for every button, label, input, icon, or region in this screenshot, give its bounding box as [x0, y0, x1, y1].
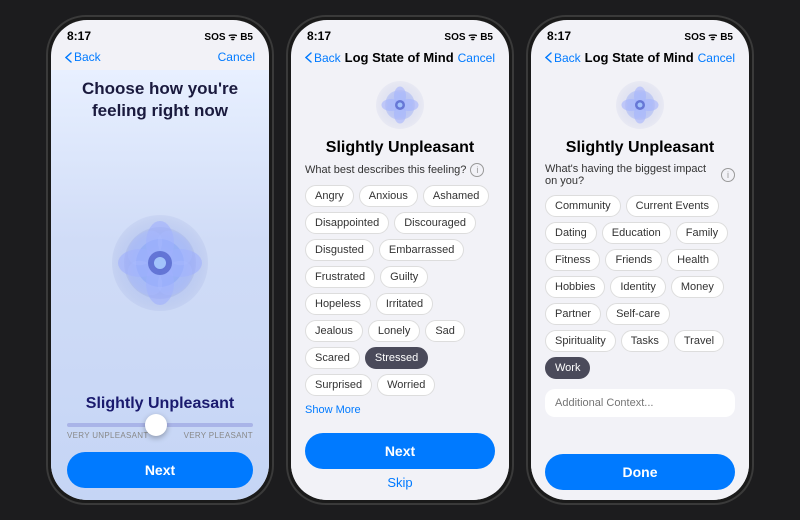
info-icon-2[interactable]: i: [470, 163, 484, 177]
next-button-1[interactable]: Next: [67, 452, 253, 488]
tag-irritated[interactable]: Irritated: [376, 293, 433, 315]
flower-animation: [100, 130, 220, 395]
tag-education[interactable]: Education: [602, 222, 671, 244]
cancel-button-2[interactable]: Cancel: [458, 51, 495, 65]
back-button-1[interactable]: Back: [65, 50, 101, 64]
back-button-2[interactable]: Back: [305, 51, 341, 65]
tag-money[interactable]: Money: [671, 276, 724, 298]
prompt-text: Choose how you're feeling right now: [67, 78, 253, 122]
nav-title-2: Log State of Mind: [345, 50, 454, 65]
tag-dating[interactable]: Dating: [545, 222, 597, 244]
question-row-3: What's having the biggest impact on you?…: [545, 163, 735, 187]
tag-stressed[interactable]: Stressed: [365, 347, 428, 369]
info-icon-3[interactable]: i: [721, 168, 735, 182]
context-input[interactable]: [545, 389, 735, 417]
tag-jealous[interactable]: Jealous: [305, 320, 363, 342]
tag-hobbies[interactable]: Hobbies: [545, 276, 605, 298]
tag-disgusted[interactable]: Disgusted: [305, 239, 374, 261]
status-bar-3: 8:17 SOS ᯤ B5: [531, 20, 749, 48]
done-button[interactable]: Done: [545, 454, 735, 490]
question-text-2: What best describes this feeling?: [305, 164, 466, 176]
tag-health[interactable]: Health: [667, 249, 719, 271]
status-icons-3: SOS ᯤ B5: [684, 29, 733, 43]
slider-thumb[interactable]: [145, 414, 167, 436]
status-time-3: 8:17: [547, 29, 571, 43]
mood-label-2: Slightly Unpleasant: [326, 139, 474, 157]
tag-hopeless[interactable]: Hopeless: [305, 293, 371, 315]
show-more-button[interactable]: Show More: [305, 404, 495, 416]
slider-right-label: VERY PLEASANT: [184, 431, 253, 440]
tag-embarrassed[interactable]: Embarrassed: [379, 239, 464, 261]
tag-community[interactable]: Community: [545, 195, 621, 217]
btn-group-2: Next Skip: [305, 433, 495, 490]
tag-identity[interactable]: Identity: [610, 276, 665, 298]
status-time-1: 8:17: [67, 29, 91, 43]
back-button-3[interactable]: Back: [545, 51, 581, 65]
skip-button[interactable]: Skip: [387, 475, 412, 490]
tags-area-3: Community Current Events Dating Educatio…: [545, 195, 735, 379]
tag-worried[interactable]: Worried: [377, 374, 435, 396]
phone3-main: Slightly Unpleasant What's having the bi…: [531, 71, 749, 500]
tag-anxious[interactable]: Anxious: [359, 185, 418, 207]
tag-self-care[interactable]: Self-care: [606, 303, 670, 325]
status-bar-2: 8:17 SOS ᯤ B5: [291, 20, 509, 48]
tag-lonely[interactable]: Lonely: [368, 320, 420, 342]
tag-frustrated[interactable]: Frustrated: [305, 266, 375, 288]
tag-surprised[interactable]: Surprised: [305, 374, 372, 396]
slider[interactable]: VERY UNPLEASANT VERY PLEASANT: [67, 423, 253, 440]
tag-travel[interactable]: Travel: [674, 330, 724, 352]
phone-2: 8:17 SOS ᯤ B5 Back Log State of Mind Can…: [286, 15, 514, 505]
cancel-button-3[interactable]: Cancel: [698, 51, 735, 65]
tag-ashamed[interactable]: Ashamed: [423, 185, 489, 207]
question-text-3: What's having the biggest impact on you?: [545, 163, 717, 187]
cancel-button-1[interactable]: Cancel: [218, 50, 255, 64]
question-row-2: What best describes this feeling? i: [305, 163, 495, 177]
tag-disappointed[interactable]: Disappointed: [305, 212, 389, 234]
tag-sad[interactable]: Sad: [425, 320, 465, 342]
phone-1: 8:17 SOS ᯤ B5 Back Cancel Choose how you…: [46, 15, 274, 505]
tag-friends[interactable]: Friends: [605, 249, 662, 271]
phone2-main: Slightly Unpleasant What best describes …: [291, 71, 509, 500]
nav-bar-3: Back Log State of Mind Cancel: [531, 48, 749, 71]
mood-label-1: Slightly Unpleasant: [86, 395, 234, 413]
tag-current-events[interactable]: Current Events: [626, 195, 719, 217]
status-icons-2: SOS ᯤ B5: [444, 29, 493, 43]
tag-partner[interactable]: Partner: [545, 303, 601, 325]
nav-title-3: Log State of Mind: [585, 50, 694, 65]
tag-fitness[interactable]: Fitness: [545, 249, 600, 271]
tag-spirituality[interactable]: Spirituality: [545, 330, 616, 352]
phone1-main: Choose how you're feeling right now: [51, 70, 269, 500]
status-time-2: 8:17: [307, 29, 331, 43]
status-bar-1: 8:17 SOS ᯤ B5: [51, 20, 269, 48]
tag-guilty[interactable]: Guilty: [380, 266, 428, 288]
tag-scared[interactable]: Scared: [305, 347, 360, 369]
tag-work[interactable]: Work: [545, 357, 590, 379]
status-icons-1: SOS ᯤ B5: [204, 29, 253, 43]
tags-area-2: Angry Anxious Ashamed Disappointed Disco…: [305, 185, 495, 396]
tag-discouraged[interactable]: Discouraged: [394, 212, 476, 234]
nav-bar-1: Back Cancel: [51, 48, 269, 70]
tag-angry[interactable]: Angry: [305, 185, 354, 207]
next-button-2[interactable]: Next: [305, 433, 495, 469]
phone-3: 8:17 SOS ᯤ B5 Back Log State of Mind Can…: [526, 15, 754, 505]
slider-left-label: VERY UNPLEASANT: [67, 431, 149, 440]
tag-tasks[interactable]: Tasks: [621, 330, 669, 352]
tag-family[interactable]: Family: [676, 222, 728, 244]
nav-bar-2: Back Log State of Mind Cancel: [291, 48, 509, 71]
mood-label-3: Slightly Unpleasant: [566, 139, 714, 157]
